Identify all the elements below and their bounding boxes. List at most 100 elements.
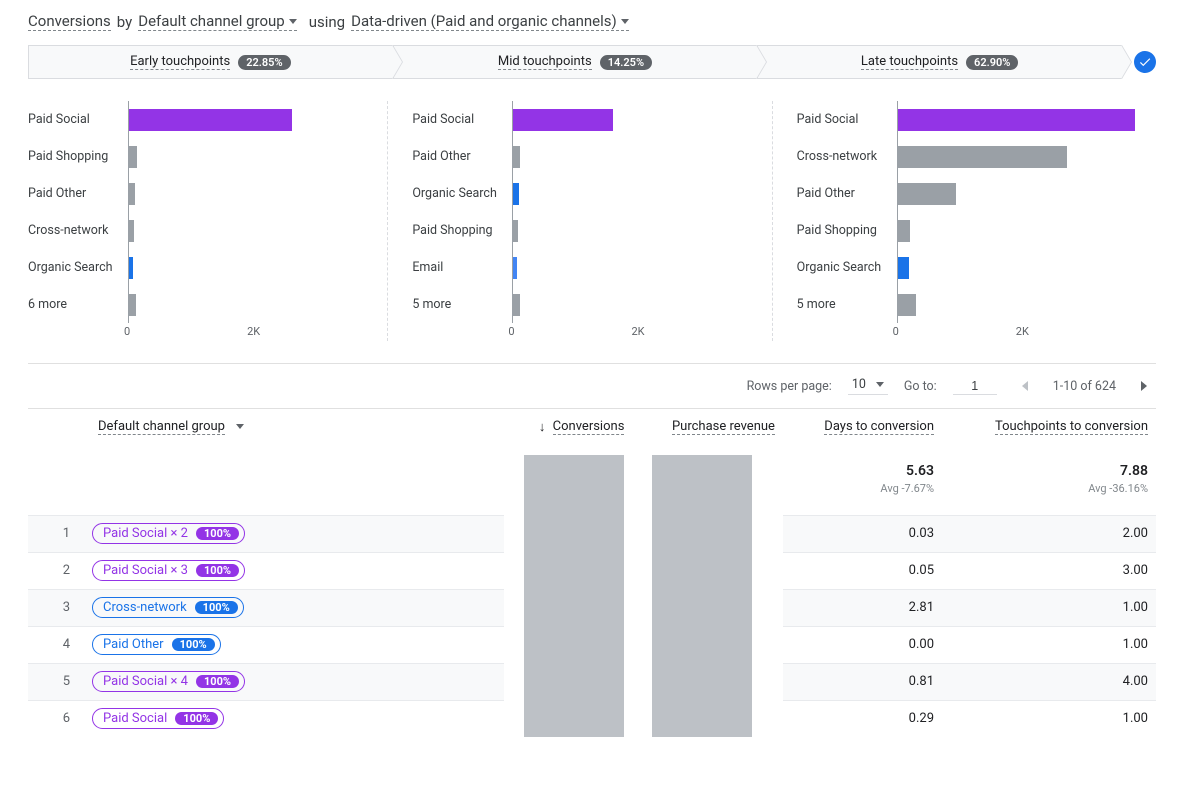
chart-bar xyxy=(898,220,911,242)
dimension-header[interactable]: Default channel group xyxy=(28,409,504,456)
stage-pct-badge: 14.25% xyxy=(600,55,652,70)
revenue-bar-cell xyxy=(632,455,783,737)
chart-bar xyxy=(513,183,519,205)
summary-touchpoints: 7.88 xyxy=(950,463,1148,479)
chip-label: Paid Social × 3 xyxy=(103,563,188,578)
chart-row-label: 5 more xyxy=(797,297,897,312)
chart-bar xyxy=(129,109,292,131)
chevron-right-icon xyxy=(1141,381,1147,391)
chart-row: Organic Search xyxy=(797,249,1148,286)
chart-row: 5 more xyxy=(412,286,763,323)
chart-row: Organic Search xyxy=(28,249,379,286)
chevron-left-icon xyxy=(1022,381,1028,391)
channel-chip[interactable]: Paid Social × 4100% xyxy=(92,671,245,692)
chart-row: 6 more xyxy=(28,286,379,323)
cell-days: 0.05 xyxy=(783,552,942,589)
chart-row-label: 6 more xyxy=(28,297,128,312)
channel-chip[interactable]: Cross-network100% xyxy=(92,597,244,618)
caret-down-icon xyxy=(289,19,297,24)
chart-bar xyxy=(129,294,136,316)
rows-per-page-select[interactable]: 10 xyxy=(848,377,888,395)
channel-chip[interactable]: Paid Social × 3 100% xyxy=(92,560,245,581)
stage-tab[interactable]: Late touchpoints62.90% xyxy=(757,45,1122,79)
stage-tab[interactable]: Early touchpoints22.85% xyxy=(28,45,393,79)
chart-row: Paid Shopping xyxy=(412,212,763,249)
channel-chip[interactable]: Paid Social100% xyxy=(92,708,224,729)
cell-days: 0.81 xyxy=(783,663,942,700)
chart-bar xyxy=(513,146,519,168)
chart-bar xyxy=(513,109,613,131)
chart-row-label: Organic Search xyxy=(412,186,512,201)
cell-touchpoints: 1.00 xyxy=(942,626,1156,663)
summary-row: 5.63Avg -7.67%7.88Avg -36.16% xyxy=(28,455,1156,515)
chart-row: Paid Shopping xyxy=(797,212,1148,249)
caret-down-icon xyxy=(621,19,629,24)
chart-x-axis: 02K xyxy=(28,325,379,341)
page-range: 1-10 of 624 xyxy=(1053,379,1116,394)
dimension-picker[interactable]: Default channel group xyxy=(138,12,296,31)
touchpoint-stages: Early touchpoints22.85%Mid touchpoints14… xyxy=(28,45,1156,79)
chip-label: Cross-network xyxy=(103,600,187,615)
chart-row-label: Paid Shopping xyxy=(412,223,512,238)
goto-label: Go to: xyxy=(904,379,937,394)
row-index: 1 xyxy=(28,515,84,552)
chart-row-label: Paid Social xyxy=(28,112,128,127)
cell-days: 2.81 xyxy=(783,589,942,626)
metric-name: Conversions xyxy=(28,12,111,31)
cell-touchpoints: 3.00 xyxy=(942,552,1156,589)
chart-row-label: Paid Other xyxy=(797,186,897,201)
chart-bar xyxy=(129,220,134,242)
chart-bar xyxy=(898,294,917,316)
hbar-chart: Paid Social Paid Other Organic Search Paid … xyxy=(387,101,771,341)
cell-days: 0.03 xyxy=(783,515,942,552)
model-picker[interactable]: Data-driven (Paid and organic channels) xyxy=(351,12,629,31)
chart-row-label: Paid Other xyxy=(28,186,128,201)
chart-row: Paid Other xyxy=(797,175,1148,212)
chip-pct-badge: 100% xyxy=(196,675,239,688)
chart-row: Paid Social xyxy=(412,101,763,138)
channel-chip[interactable]: Paid Other 100% xyxy=(92,634,221,655)
chart-row-label: Paid Shopping xyxy=(797,223,897,238)
col-revenue[interactable]: Purchase revenue xyxy=(632,409,783,456)
cell-days: 0.29 xyxy=(783,700,942,737)
stage-label: Late touchpoints xyxy=(861,54,958,70)
stage-tab[interactable]: Mid touchpoints14.25% xyxy=(393,45,758,79)
chart-row: Email xyxy=(412,249,763,286)
chart-row-label: Cross-network xyxy=(28,223,128,238)
chart-row-label: 5 more xyxy=(412,297,512,312)
chart-bar xyxy=(898,257,909,279)
check-circle-icon xyxy=(1134,51,1156,73)
chart-row-label: Paid Other xyxy=(412,149,512,164)
chip-pct-badge: 100% xyxy=(172,638,215,651)
col-conversions[interactable]: ↓ Conversions xyxy=(504,409,632,456)
chart-bar xyxy=(898,109,1136,131)
goto-input[interactable] xyxy=(953,378,997,395)
chart-row: Cross-network xyxy=(28,212,379,249)
stage-pct-badge: 22.85% xyxy=(238,55,290,70)
row-index: 6 xyxy=(28,700,84,737)
chip-label: Paid Social xyxy=(103,711,167,726)
hbar-chart: Paid Social Paid Shopping Paid Other Cross-… xyxy=(28,101,387,341)
channel-chip[interactable]: Paid Social × 2100% xyxy=(92,523,245,544)
chart-row-label: Cross-network xyxy=(797,149,897,164)
chart-x-axis: 02K xyxy=(412,325,763,341)
table-controls: Rows per page: 10 Go to: 1-10 of 624 xyxy=(28,364,1156,408)
chart-row-label: Organic Search xyxy=(797,260,897,275)
chart-row: Paid Social xyxy=(797,101,1148,138)
prev-page-button[interactable] xyxy=(1013,374,1037,398)
col-touchpoints[interactable]: Touchpoints to conversion xyxy=(942,409,1156,456)
conversion-paths-table: Default channel group ↓ Conversions Purc… xyxy=(28,408,1156,737)
chip-label: Paid Other xyxy=(103,637,164,652)
chart-row-label: Paid Shopping xyxy=(28,149,128,164)
sort-desc-icon: ↓ xyxy=(539,419,546,435)
chart-bar xyxy=(898,146,1067,168)
cell-touchpoints: 4.00 xyxy=(942,663,1156,700)
chip-pct-badge: 100% xyxy=(196,564,239,577)
col-days[interactable]: Days to conversion xyxy=(783,409,942,456)
cell-touchpoints: 1.00 xyxy=(942,589,1156,626)
chart-row: Paid Shopping xyxy=(28,138,379,175)
next-page-button[interactable] xyxy=(1132,374,1156,398)
chart-row-label: Organic Search xyxy=(28,260,128,275)
report-header: Conversions by Default channel group usi… xyxy=(28,8,1156,45)
chart-bar xyxy=(513,257,517,279)
